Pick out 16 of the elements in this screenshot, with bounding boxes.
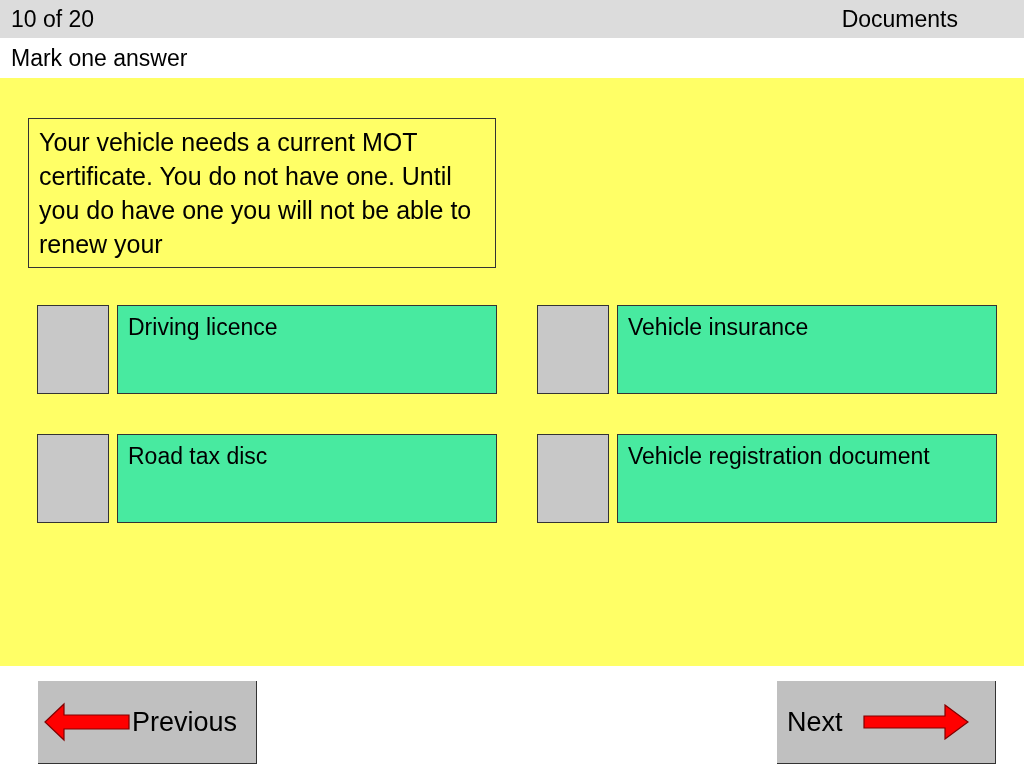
answer-checkbox[interactable] (537, 305, 609, 394)
right-arrow-icon (862, 704, 969, 740)
question-counter: 10 of 20 (11, 5, 95, 33)
answer-option[interactable]: Road tax disc (117, 434, 497, 523)
category-title: Documents (841, 5, 958, 33)
left-arrow-icon (44, 702, 130, 742)
question-text: Your vehicle needs a current MOT certificate. You do not have one. Until you do have one you will not be able to renew your (28, 118, 496, 268)
answer-option[interactable]: Vehicle insurance (617, 305, 997, 394)
instruction-text: Mark one answer (11, 44, 188, 72)
previous-button[interactable]: Previous (38, 681, 257, 764)
next-button[interactable]: Next (777, 681, 996, 764)
answer-option[interactable]: Driving licence (117, 305, 497, 394)
answer-checkbox[interactable] (537, 434, 609, 523)
answer-option[interactable]: Vehicle registration document (617, 434, 997, 523)
answer-checkbox[interactable] (37, 305, 109, 394)
answer-checkbox[interactable] (37, 434, 109, 523)
